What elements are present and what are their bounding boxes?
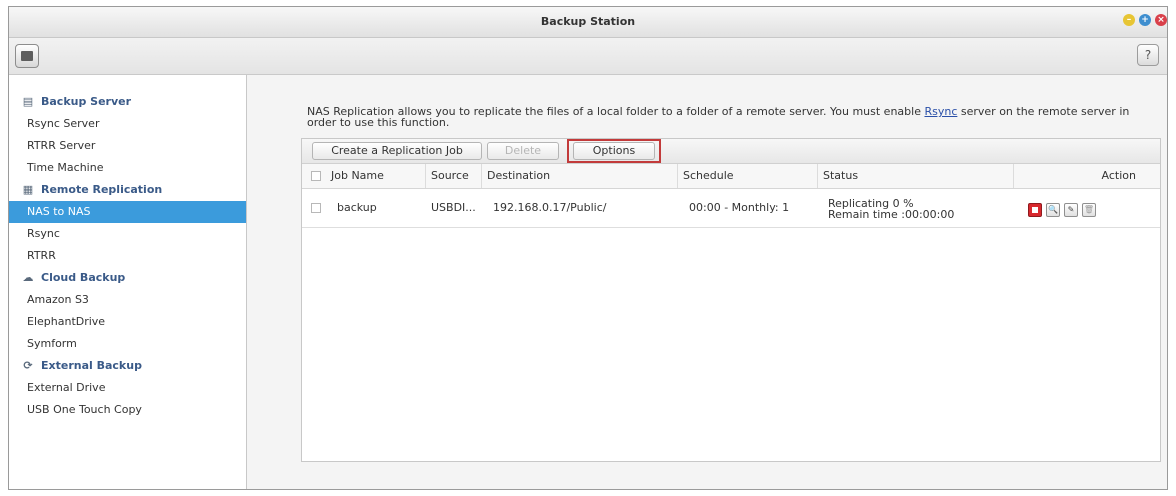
sidebar-item-usb-one-touch-copy[interactable]: USB One Touch Copy xyxy=(9,399,246,421)
cloud-icon: ☁ xyxy=(22,271,34,284)
source-cell: USBDI... xyxy=(431,201,476,214)
sidebar: ▤ Backup Server Rsync Server RTRR Server … xyxy=(9,75,247,489)
sidebar-item-rsync[interactable]: Rsync xyxy=(9,223,246,245)
column-action[interactable]: Action xyxy=(1014,164,1160,188)
app-menu-icon[interactable] xyxy=(15,44,39,68)
row-checkbox[interactable] xyxy=(311,203,321,213)
sidebar-section-label: Cloud Backup xyxy=(41,271,126,284)
status-remaining-time: Remain time :00:00:00 xyxy=(828,208,955,221)
column-source[interactable]: Source xyxy=(426,164,482,188)
delete-icon[interactable]: 🗑 xyxy=(1082,203,1096,217)
sidebar-item-external-drive[interactable]: External Drive xyxy=(9,377,246,399)
sidebar-item-time-machine[interactable]: Time Machine xyxy=(9,157,246,179)
replication-jobs-panel: Create a Replication Job Delete Options … xyxy=(301,138,1161,462)
edit-icon[interactable]: ✎ xyxy=(1064,203,1078,217)
sidebar-item-symform[interactable]: Symform xyxy=(9,333,246,355)
main-content: NAS Replication allows you to replicate … xyxy=(247,75,1167,489)
sidebar-item-rsync-server[interactable]: Rsync Server xyxy=(9,113,246,135)
table-row[interactable]: backup USBDI... 192.168.0.17/Public/ 00:… xyxy=(302,189,1160,228)
sidebar-item-nas-to-nas[interactable]: NAS to NAS xyxy=(9,201,246,223)
sidebar-section-cloud-backup[interactable]: ☁ Cloud Backup xyxy=(9,267,126,289)
server-icon: ▤ xyxy=(22,95,34,108)
delete-button[interactable]: Delete xyxy=(487,142,559,160)
status-cell: Replicating 0 % Remain time :00:00:00 xyxy=(823,189,1013,227)
backup-station-window: Backup Station – + × ? ▤ Backup Server Rs… xyxy=(8,6,1168,490)
sidebar-section-backup-server[interactable]: ▤ Backup Server xyxy=(9,91,131,113)
rsync-link[interactable]: Rsync xyxy=(924,105,957,118)
sync-icon: ⟳ xyxy=(23,359,33,372)
toolbar: ? xyxy=(9,38,1167,75)
schedule-cell: 00:00 - Monthly: 1 xyxy=(689,201,790,214)
column-job-name[interactable]: Job Name xyxy=(326,164,426,188)
sidebar-section-label: External Backup xyxy=(41,359,142,372)
title-bar: Backup Station – + × xyxy=(9,7,1167,38)
window-title: Backup Station xyxy=(540,15,636,28)
log-icon[interactable]: 🔍 xyxy=(1046,203,1060,217)
sidebar-section-remote-replication[interactable]: ▦ Remote Replication xyxy=(9,179,162,201)
close-icon[interactable]: × xyxy=(1155,14,1167,26)
stop-icon[interactable] xyxy=(1028,203,1042,217)
column-schedule[interactable]: Schedule xyxy=(678,164,818,188)
select-all-checkbox[interactable] xyxy=(311,171,321,181)
minimize-icon[interactable]: – xyxy=(1123,14,1135,26)
replication-icon: ▦ xyxy=(22,183,34,196)
action-bar: Create a Replication Job Delete Options xyxy=(302,139,1160,164)
sidebar-item-amazon-s3[interactable]: Amazon S3 xyxy=(9,289,246,311)
create-replication-job-button[interactable]: Create a Replication Job xyxy=(312,142,482,160)
sidebar-section-external-backup[interactable]: ⟳ External Backup xyxy=(9,355,142,377)
table-header: Job Name Source Destination Schedule Sta… xyxy=(302,164,1160,189)
destination-cell: 192.168.0.17/Public/ xyxy=(493,201,607,214)
column-destination[interactable]: Destination xyxy=(482,164,678,188)
help-button[interactable]: ? xyxy=(1137,44,1159,66)
sidebar-section-label: Backup Server xyxy=(41,95,132,108)
column-status[interactable]: Status xyxy=(818,164,1014,188)
sidebar-section-label: Remote Replication xyxy=(41,183,163,196)
job-name-cell: backup xyxy=(337,201,377,214)
sidebar-item-rtrr[interactable]: RTRR xyxy=(9,245,246,267)
sidebar-item-elephantdrive[interactable]: ElephantDrive xyxy=(9,311,246,333)
maximize-icon[interactable]: + xyxy=(1139,14,1151,26)
page-description: NAS Replication allows you to replicate … xyxy=(307,106,1162,128)
sidebar-item-rtrr-server[interactable]: RTRR Server xyxy=(9,135,246,157)
options-highlight-box xyxy=(567,139,661,163)
